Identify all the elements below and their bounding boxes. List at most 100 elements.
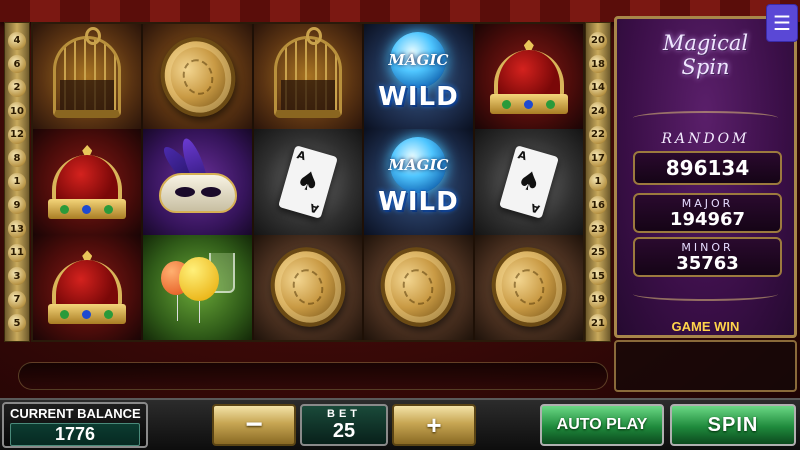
payline-number[interactable]: 11	[8, 243, 26, 262]
payline-number[interactable]: 7	[8, 290, 26, 309]
coin-icon	[260, 237, 356, 337]
balance-value: 1776	[10, 423, 140, 446]
random-jackpot-label: RANDOM	[661, 131, 750, 147]
payline-number[interactable]: 19	[589, 290, 607, 309]
reel-cell	[253, 24, 363, 130]
reel-cell	[143, 129, 252, 235]
magic-wild-icon: MAGIC WILD	[371, 31, 465, 122]
ornament-divider	[633, 111, 778, 125]
crown-icon	[42, 144, 132, 219]
card-rank: A	[295, 148, 308, 164]
reel-3: A ♠ A	[253, 24, 365, 340]
magic-wild-icon: MAGIC WILD	[371, 136, 465, 227]
coin-icon	[150, 27, 246, 127]
reel-4: MAGIC WILD MAGIC WILD	[364, 24, 475, 340]
major-jackpot-label: MAJOR	[681, 197, 734, 210]
payline-number[interactable]: 3	[8, 267, 26, 286]
auto-play-button[interactable]: AUTO PLAY	[540, 404, 664, 446]
wild-orb-text: MAGIC	[388, 155, 449, 174]
payline-number[interactable]: 13	[8, 220, 26, 239]
coin-icon	[370, 237, 466, 337]
payline-number[interactable]: 25	[589, 243, 607, 262]
payline-number[interactable]: 8	[8, 149, 26, 168]
payline-number[interactable]: 4	[8, 31, 26, 50]
payline-number[interactable]: 20	[589, 31, 607, 50]
payline-number[interactable]: 18	[589, 55, 607, 74]
payline-number[interactable]: 14	[589, 78, 607, 97]
balance-label: CURRENT BALANCE	[10, 406, 141, 421]
bet-decrease-button[interactable]: −	[212, 404, 296, 446]
reel-5: A ♠ A	[474, 24, 584, 340]
ace-of-spades-icon: A ♠ A	[278, 145, 338, 219]
reel-cell: A ♠ A	[253, 129, 363, 235]
payline-number[interactable]: 22	[589, 125, 607, 144]
carnival-mask-icon	[153, 135, 243, 217]
menu-button[interactable]: ☰	[766, 4, 798, 42]
reel-cell	[474, 24, 584, 130]
birdcage-icon	[53, 26, 122, 118]
balloons-icon	[153, 247, 243, 327]
reel-cell	[33, 129, 142, 235]
crown-icon	[484, 39, 574, 114]
payline-number[interactable]: 16	[589, 196, 607, 215]
payline-number[interactable]: 6	[8, 55, 26, 74]
major-jackpot-box: MAJOR 194967	[633, 193, 782, 233]
payline-number[interactable]: 24	[589, 102, 607, 121]
paylines-right: 20 18 14 24 22 17 1 16 23 25 15 19 21	[585, 22, 611, 342]
hamburger-icon: ☰	[773, 12, 791, 35]
card-rank: A	[516, 148, 528, 164]
payline-number[interactable]: 2	[8, 78, 26, 97]
wild-orb-text: MAGIC	[388, 50, 449, 69]
reel-grid: A ♠ A MAGIC WILD MAGIC WILD A ♠ A	[31, 22, 585, 342]
balance-display: CURRENT BALANCE 1776	[2, 402, 148, 448]
payline-number[interactable]: 1	[589, 172, 607, 191]
game-win-display	[614, 340, 797, 392]
payline-number[interactable]: 5	[8, 314, 26, 333]
bet-value: 25	[332, 420, 356, 442]
bet-label: BET	[327, 408, 361, 420]
wild-label: WILD	[378, 186, 459, 217]
spade-icon: ♠	[513, 164, 545, 200]
payline-number[interactable]: 10	[8, 102, 26, 121]
reel-1	[33, 24, 144, 340]
crown-icon	[42, 250, 132, 325]
jackpot-panel: Magical Spin RANDOM 896134 MAJOR 194967 …	[614, 16, 797, 338]
reel-cell: A ♠ A	[474, 129, 584, 235]
reel-cell	[143, 234, 252, 340]
minor-jackpot-value: 35763	[676, 253, 739, 274]
reel-cell	[33, 234, 142, 340]
paylines-left: 4 6 2 10 12 8 1 9 13 11 3 7 5	[4, 22, 30, 342]
random-jackpot-value: 896134	[665, 156, 750, 180]
game-win-label: GAME WIN	[671, 319, 740, 334]
ace-of-spades-icon: A ♠ A	[498, 145, 559, 219]
random-jackpot-box: 896134	[633, 151, 782, 185]
reel-cell: MAGIC WILD	[364, 24, 473, 130]
major-jackpot-value: 194967	[669, 209, 746, 230]
payline-number[interactable]: 17	[589, 149, 607, 168]
bet-display: BET 25	[300, 404, 388, 446]
reel-2	[143, 24, 254, 340]
reel-cell	[474, 234, 584, 340]
payline-number[interactable]: 1	[8, 172, 26, 191]
spin-button[interactable]: SPIN	[670, 404, 796, 446]
payline-number[interactable]: 9	[8, 196, 26, 215]
message-bar	[18, 362, 608, 390]
wild-label: WILD	[378, 81, 459, 112]
reel-cell	[253, 234, 363, 340]
payline-number[interactable]: 23	[589, 220, 607, 239]
card-rank: A	[529, 200, 542, 216]
minor-jackpot-label: MINOR	[681, 241, 734, 254]
payline-number[interactable]: 12	[8, 125, 26, 144]
minor-jackpot-box: MINOR 35763	[633, 237, 782, 277]
card-rank: A	[308, 200, 321, 216]
coin-icon	[481, 237, 577, 337]
spade-icon: ♠	[292, 164, 324, 200]
payline-number[interactable]: 15	[589, 267, 607, 286]
birdcage-icon	[274, 26, 343, 118]
payline-number[interactable]: 21	[589, 314, 607, 333]
game-title-line2: Spin	[681, 55, 730, 79]
ornament-divider	[633, 287, 778, 301]
reel-cell	[143, 24, 252, 130]
reel-cell	[33, 24, 142, 130]
bet-increase-button[interactable]: +	[392, 404, 476, 446]
